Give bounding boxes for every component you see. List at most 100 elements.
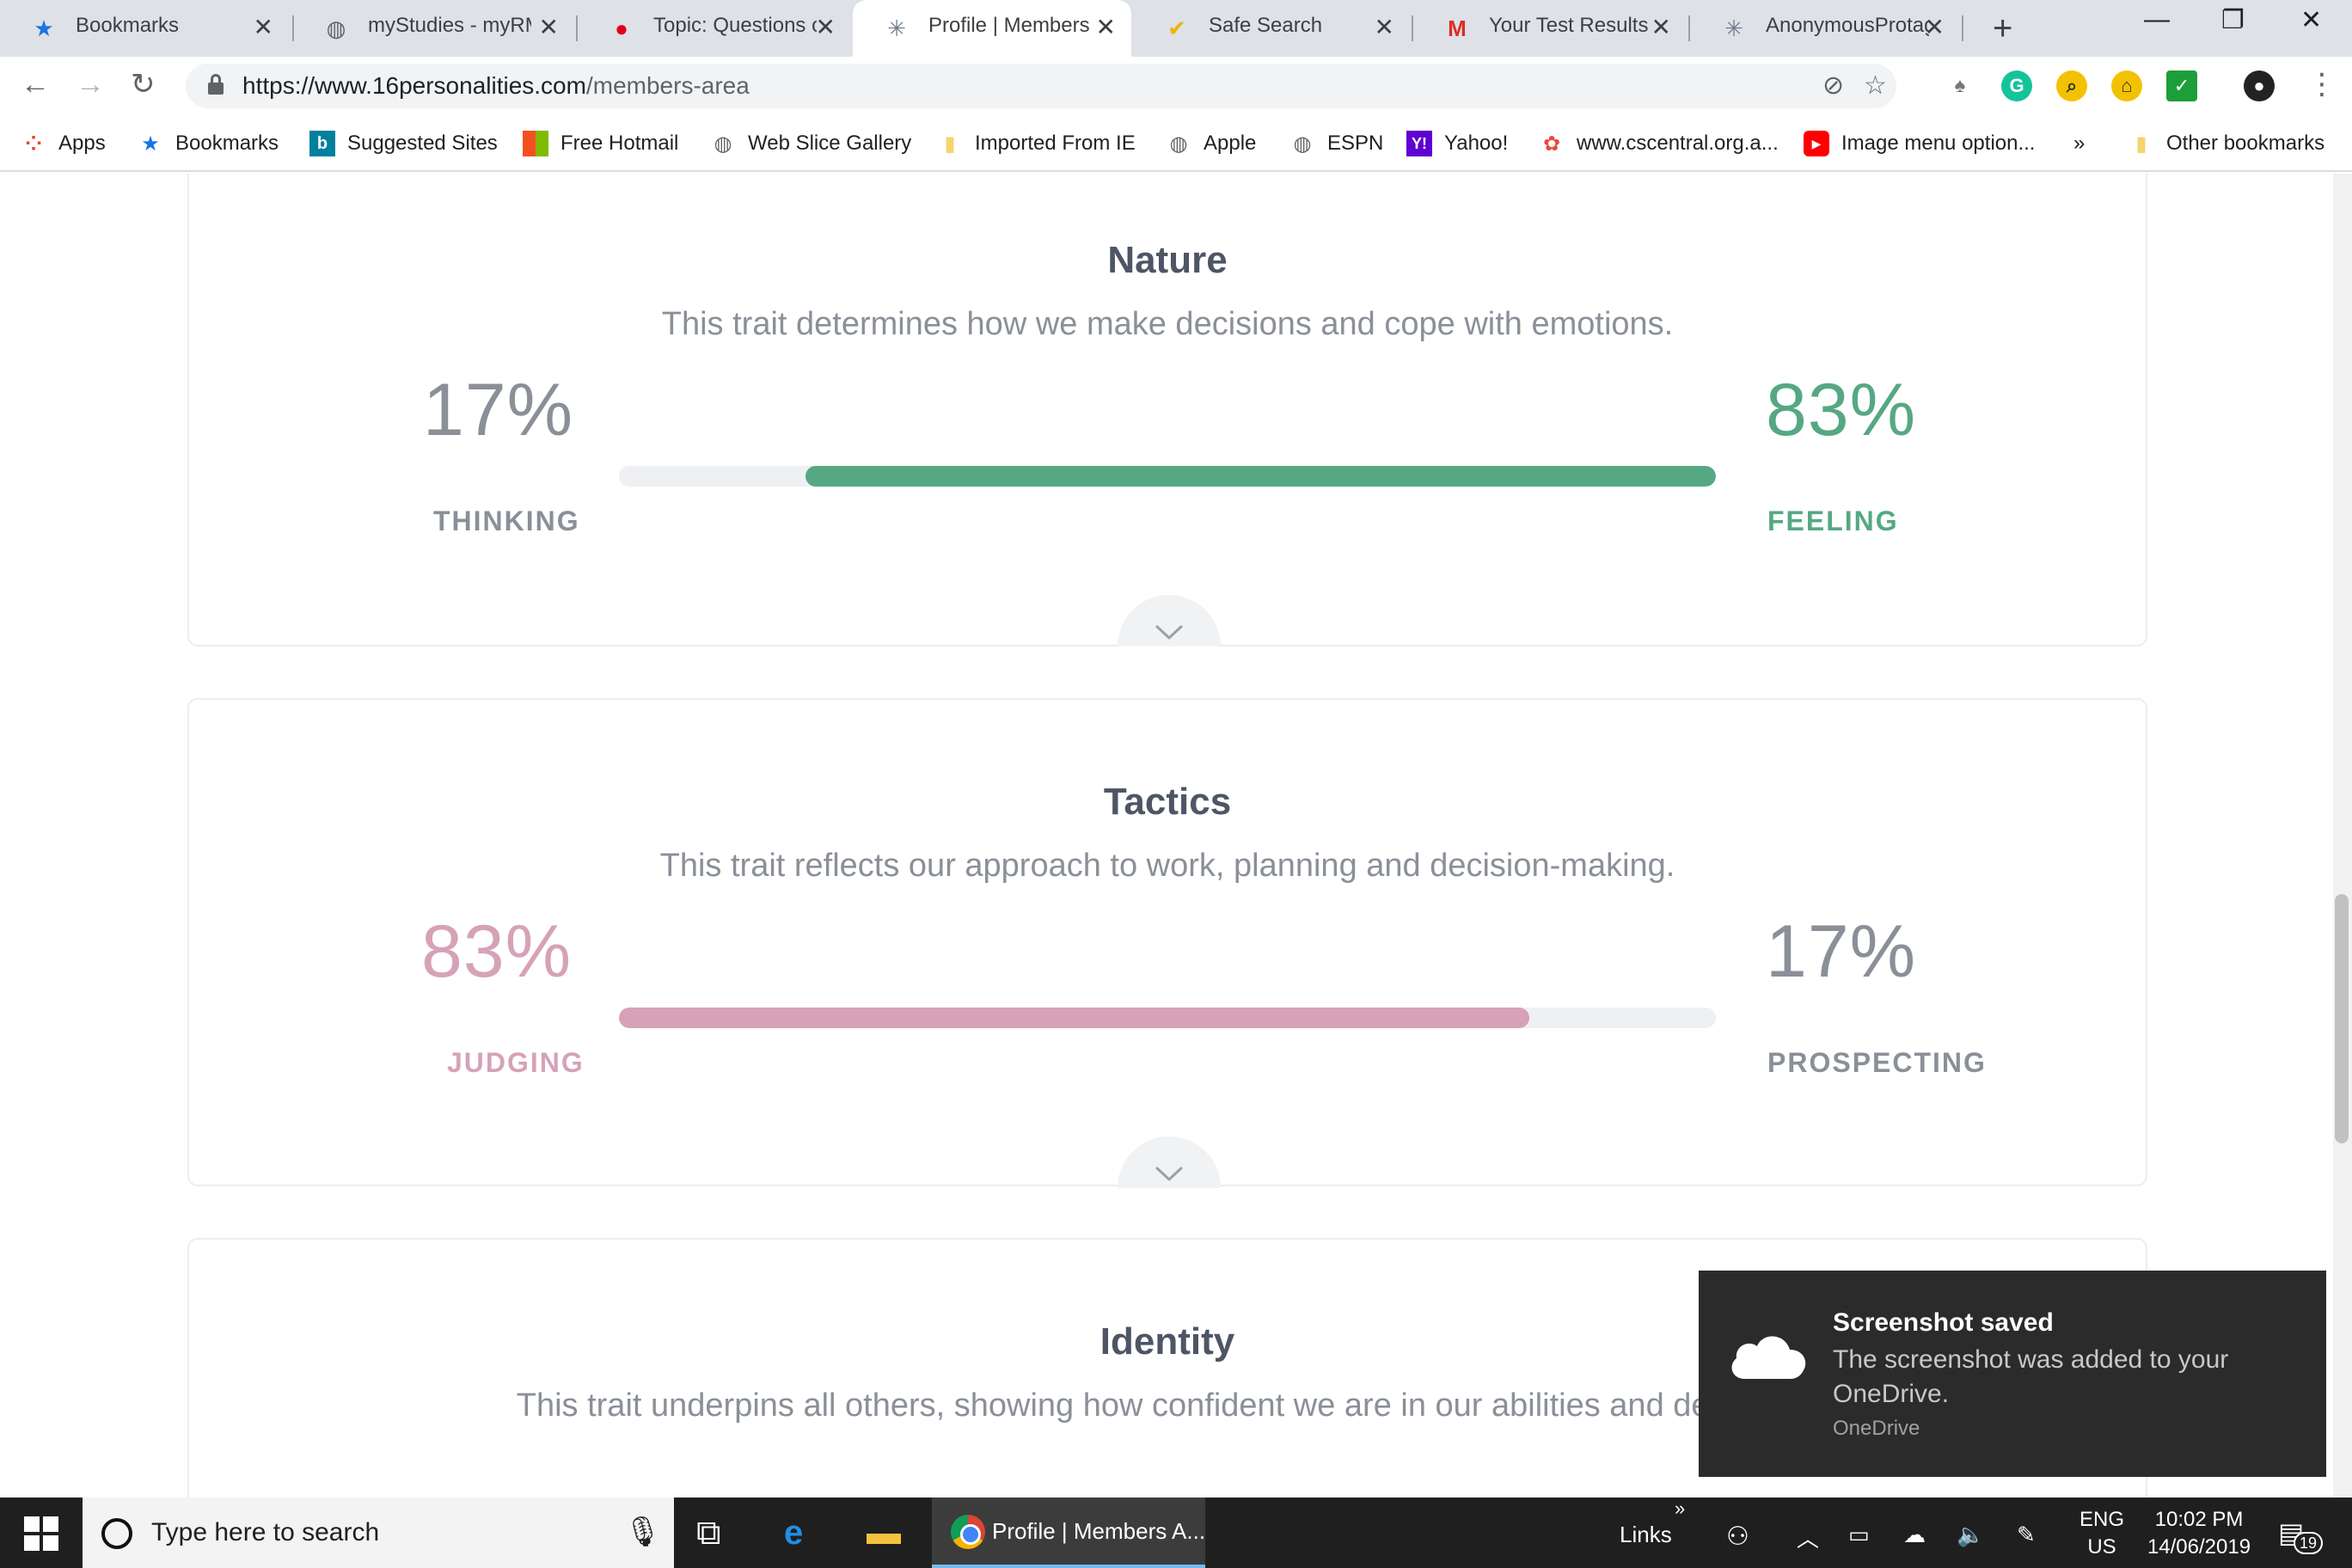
overflow-chevron-icon: »: [2073, 132, 2086, 155]
onedrive-tray-icon[interactable]: ☁: [1903, 1522, 1926, 1548]
volume-icon[interactable]: 🔈: [1957, 1522, 1984, 1548]
tab-anonymous-protag[interactable]: ✳ AnonymousProtag ✕: [1690, 0, 1960, 57]
windows-taskbar: Type here to search 🎙 ⧉ e ▬ Profile | Me…: [0, 1498, 2352, 1568]
address-bar[interactable]: https://www.16personalities.com/members-…: [186, 64, 1896, 108]
new-tab-button[interactable]: +: [1993, 9, 2012, 48]
tab-title: Bookmarks: [76, 14, 180, 37]
close-tab-icon[interactable]: ✕: [254, 12, 273, 43]
forward-icon[interactable]: →: [76, 67, 105, 101]
bookmark-espn[interactable]: ◍ ESPN: [1289, 127, 1384, 160]
apps-grid-icon: ⁘: [24, 132, 43, 156]
taskbar-chrome-app[interactable]: Profile | Members A...: [932, 1498, 1205, 1568]
tab-title: Safe Search: [1209, 14, 1323, 37]
close-tab-icon[interactable]: ✕: [816, 12, 836, 43]
minimize-icon[interactable]: —: [2144, 5, 2170, 34]
restore-icon[interactable]: ❐: [2221, 5, 2245, 35]
screenshot-saved-toast[interactable]: Screenshot saved The screenshot was adde…: [1699, 1271, 2326, 1477]
expand-trait-button[interactable]: [1118, 1136, 1221, 1188]
tab-mystudies[interactable]: ◍ myStudies - myRM ✕: [292, 0, 574, 57]
red-circle-icon: ●: [615, 15, 628, 41]
close-tab-icon[interactable]: ✕: [1925, 12, 1945, 43]
scrollbar-thumb[interactable]: [2335, 894, 2349, 1143]
links-overflow-icon[interactable]: »: [1675, 1498, 1685, 1520]
people-icon[interactable]: ⚇: [1726, 1522, 1749, 1552]
pen-workspace-icon[interactable]: ✎: [2017, 1522, 2036, 1548]
home-extension-icon[interactable]: ⌂: [2111, 70, 2142, 101]
bookmark-suggested-sites[interactable]: b Suggested Sites: [309, 127, 498, 160]
tab-test-results[interactable]: M Your Test Results - ✕: [1413, 0, 1687, 57]
grammarly-icon[interactable]: G: [2001, 70, 2032, 101]
close-tab-icon[interactable]: ✕: [539, 12, 559, 43]
tab-title: Profile | Members: [928, 14, 1090, 37]
chrome-icon: [951, 1515, 985, 1549]
battery-icon[interactable]: ▭: [1848, 1522, 1870, 1548]
bookmark-web-slice-gallery[interactable]: ◍ Web Slice Gallery: [710, 127, 912, 160]
globe-icon: ◍: [326, 15, 346, 41]
menu-icon[interactable]: ⋮: [2307, 67, 2337, 101]
trait-card-tactics: Tactics This trait reflects our approach…: [187, 698, 2147, 1188]
16personalities-icon: ✳: [1724, 15, 1743, 41]
bookmark-cscentral[interactable]: ✿ www.cscentral.org.a...: [1539, 127, 1779, 160]
show-hidden-icons[interactable]: ︿: [1797, 1522, 1819, 1553]
bookmarks-overflow-button[interactable]: »: [2073, 127, 2085, 160]
taskbar-search-box[interactable]: Type here to search 🎙: [83, 1498, 674, 1568]
tab-bookmarks[interactable]: ★ Bookmarks ✕: [0, 0, 289, 57]
bookmark-star-icon[interactable]: ☆: [1864, 70, 1887, 101]
tab-topic-questions[interactable]: ● Topic: Questions o ✕: [578, 0, 851, 57]
task-view-icon[interactable]: ⧉: [696, 1511, 721, 1554]
globe-icon: ◍: [714, 132, 732, 156]
links-toolbar[interactable]: Links: [1620, 1522, 1672, 1548]
folder-icon: ▮: [2135, 132, 2147, 156]
close-tab-icon[interactable]: ✕: [1375, 12, 1394, 43]
microphone-icon[interactable]: 🎙: [624, 1515, 661, 1549]
folder-icon: ▮: [944, 132, 956, 156]
language-indicator[interactable]: ENG US: [2072, 1506, 2132, 1561]
edge-icon[interactable]: e: [784, 1511, 803, 1554]
trait-description: This trait reflects our approach to work…: [659, 848, 1675, 884]
trait-right-percent: 83%: [1766, 369, 1917, 451]
tab-title: AnonymousProtag: [1766, 14, 1929, 37]
tab-profile-members[interactable]: ✳ Profile | Members ✕: [853, 0, 1131, 57]
trait-description: This trait determines how we make decisi…: [661, 306, 1674, 342]
search-extension-icon[interactable]: ⌕: [2056, 70, 2087, 101]
url-text: https://www.16personalities.com/members-…: [242, 72, 750, 99]
close-window-icon[interactable]: ✕: [2300, 5, 2322, 35]
profile-avatar-icon[interactable]: ●: [2244, 70, 2275, 101]
reload-icon[interactable]: ↻: [131, 67, 156, 101]
bookmark-yahoo[interactable]: Y! Yahoo!: [1406, 127, 1508, 160]
bookmark-apple[interactable]: ◍ Apple: [1166, 127, 1257, 160]
checkmark-extension-icon[interactable]: ✓: [2166, 70, 2197, 101]
tab-strip: ★ Bookmarks ✕ ◍ myStudies - myRM ✕ ● Top…: [0, 0, 2352, 57]
trait-progress-bar: [619, 466, 1716, 487]
taskbar-app-label: Profile | Members A...: [992, 1518, 1206, 1544]
trait-title: Tactics: [1103, 781, 1232, 823]
colorful-icon: ✿: [1542, 132, 1561, 156]
trait-right-percent: 17%: [1766, 910, 1917, 993]
page-scrollbar[interactable]: [2333, 174, 2352, 1498]
close-tab-icon[interactable]: ✕: [1651, 12, 1671, 43]
trait-right-label: FEELING: [1767, 505, 1899, 536]
start-button[interactable]: [24, 1516, 58, 1551]
extension-icon[interactable]: ♠: [1945, 70, 1975, 101]
bookmark-bookmarks[interactable]: ★ Bookmarks: [138, 127, 279, 160]
bookmark-image-menu-option[interactable]: ▶ Image menu option...: [1804, 127, 2035, 160]
translate-blocked-icon[interactable]: ⊘: [1822, 70, 1844, 101]
system-clock[interactable]: 10:02 PM 14/06/2019: [2139, 1506, 2259, 1561]
star-icon: ★: [141, 132, 160, 156]
back-icon[interactable]: ←: [21, 67, 50, 101]
browser-toolbar: ← → ↻ https://www.16personalities.com/me…: [0, 57, 2352, 115]
bookmark-imported-from-ie[interactable]: ▮ Imported From IE: [937, 127, 1135, 160]
trait-card-nature: Nature This trait determines how we make…: [187, 174, 2147, 646]
expand-trait-button[interactable]: [1118, 595, 1221, 646]
bookmark-apps[interactable]: ⁘ Apps: [21, 127, 106, 160]
bookmark-free-hotmail[interactable]: Free Hotmail: [523, 127, 678, 160]
cortana-icon: [101, 1518, 132, 1549]
trait-left-percent: 83%: [421, 910, 573, 993]
file-explorer-icon[interactable]: ▬: [867, 1511, 901, 1554]
bookmark-other-bookmarks[interactable]: ▮ Other bookmarks: [2128, 127, 2324, 160]
trait-left-label: JUDGING: [447, 1047, 585, 1078]
chevron-down-icon: [1155, 625, 1183, 640]
tab-safe-search[interactable]: ✔ Safe Search ✕: [1133, 0, 1410, 57]
action-center-button[interactable]: ▤ 19: [2278, 1516, 2323, 1554]
close-tab-icon[interactable]: ✕: [1096, 12, 1116, 43]
